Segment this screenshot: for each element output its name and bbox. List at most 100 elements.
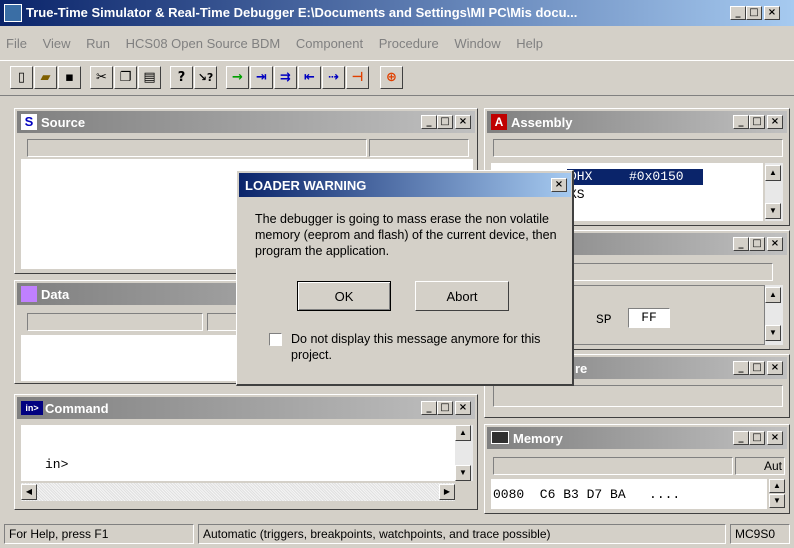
register-minimize-button[interactable]: _: [733, 237, 749, 251]
status-bar: For Help, press F1 Automatic (triggers, …: [0, 520, 794, 548]
help-icon[interactable]: ?: [170, 66, 193, 89]
register-scroll-down-icon[interactable]: ▼: [765, 325, 781, 341]
assembly-vscrollbar[interactable]: ▲ ▼: [765, 163, 783, 221]
menu-help[interactable]: Help: [516, 36, 543, 51]
command-vscrollbar[interactable]: ▲ ▼: [455, 425, 473, 481]
ok-button[interactable]: OK: [297, 281, 391, 311]
procedure-maximize-button[interactable]: □: [749, 361, 765, 375]
menu-component[interactable]: Component: [296, 36, 363, 51]
assembly-line-highlighted[interactable]: DHX #0x0150: [567, 169, 703, 185]
abort-button[interactable]: Abort: [415, 281, 509, 311]
source-title-bar[interactable]: S Source _ □ ×: [17, 111, 475, 133]
maximize-button[interactable]: □: [746, 6, 762, 20]
data-icon: [21, 286, 37, 302]
command-title-bar[interactable]: in> Command _ □ ×: [17, 397, 475, 419]
sp-label: SP: [596, 312, 612, 327]
assembly-scroll-up-icon[interactable]: ▲: [765, 165, 781, 181]
reset-icon[interactable]: ⊕: [380, 66, 403, 89]
memory-auto-field[interactable]: Aut: [735, 457, 785, 475]
procedure-minimize-button[interactable]: _: [733, 361, 749, 375]
loader-warning-dialog: LOADER WARNING × The debugger is going t…: [236, 170, 574, 386]
source-info-field: [369, 139, 469, 157]
assembly-title: Assembly: [511, 115, 573, 130]
menu-bar: File View Run HCS08 Open Source BDM Comp…: [0, 36, 794, 56]
source-location-field: [27, 139, 367, 157]
source-title: Source: [41, 115, 86, 130]
new-file-icon[interactable]: ▯: [10, 66, 33, 89]
dont-show-label: Do not display this message anymore for …: [291, 332, 541, 362]
assembly-scroll-down-icon[interactable]: ▼: [765, 203, 781, 219]
context-help-icon[interactable]: ↘?: [194, 66, 217, 89]
memory-title-bar[interactable]: Memory _ □ ×: [487, 427, 787, 449]
minimize-button[interactable]: _: [730, 6, 746, 20]
memory-spinner[interactable]: ▲ ▼: [769, 479, 785, 509]
command-maximize-button[interactable]: □: [437, 401, 453, 415]
menu-window[interactable]: Window: [454, 36, 500, 51]
status-target: MC9S0: [730, 524, 790, 544]
dialog-close-button[interactable]: ×: [551, 178, 567, 192]
source-close-button[interactable]: ×: [455, 115, 471, 129]
halt-icon[interactable]: ⊣: [346, 66, 369, 89]
command-hscrollbar[interactable]: ◀ ▶: [21, 483, 455, 501]
dialog-title-bar[interactable]: LOADER WARNING ×: [239, 173, 571, 197]
data-scope-field: [27, 313, 203, 331]
dont-show-checkbox[interactable]: [269, 333, 282, 346]
memory-row: 0080 C6 B3 D7 BA ....: [493, 487, 681, 502]
command-close-button[interactable]: ×: [455, 401, 471, 415]
memory-spin-down-icon[interactable]: ▼: [769, 494, 785, 508]
status-mode: Automatic (triggers, breakpoints, watchp…: [198, 524, 726, 544]
app-icon: [4, 4, 22, 22]
sp-value[interactable]: FF: [628, 308, 670, 328]
memory-maximize-button[interactable]: □: [749, 431, 765, 445]
command-prompt: in>: [45, 457, 69, 472]
menu-view[interactable]: View: [43, 36, 71, 51]
dialog-message: The debugger is going to mass erase the …: [255, 212, 557, 258]
assembly-minimize-button[interactable]: _: [733, 115, 749, 129]
menu-file[interactable]: File: [6, 36, 27, 51]
main-title-bar[interactable]: True-Time Simulator & Real-Time Debugger…: [0, 0, 794, 26]
source-minimize-button[interactable]: _: [421, 115, 437, 129]
start-continue-icon[interactable]: →: [226, 66, 249, 89]
close-button[interactable]: ×: [764, 6, 780, 20]
command-minimize-button[interactable]: _: [421, 401, 437, 415]
scroll-down-icon[interactable]: ▼: [455, 465, 471, 481]
command-icon: in>: [21, 401, 43, 415]
step-out-icon[interactable]: ⇤: [298, 66, 321, 89]
procedure-close-button[interactable]: ×: [767, 361, 783, 375]
memory-minimize-button[interactable]: _: [733, 431, 749, 445]
memory-auto-label: Aut: [764, 459, 783, 473]
memory-spin-up-icon[interactable]: ▲: [769, 479, 785, 493]
scroll-up-icon[interactable]: ▲: [455, 425, 471, 441]
register-vscrollbar[interactable]: ▲ ▼: [765, 285, 783, 345]
open-folder-icon[interactable]: ▰: [34, 66, 57, 89]
menu-hcs08-bdm[interactable]: HCS08 Open Source BDM: [126, 36, 281, 51]
save-icon[interactable]: ▪: [58, 66, 81, 89]
step-over-icon[interactable]: ⇉: [274, 66, 297, 89]
command-console[interactable]: in>: [21, 425, 455, 481]
procedure-list[interactable]: [493, 385, 783, 407]
command-title: Command: [45, 401, 109, 416]
scroll-right-icon[interactable]: ▶: [439, 484, 455, 500]
assembly-title-bar[interactable]: A Assembly _ □ ×: [487, 111, 787, 133]
data-title: Data: [41, 287, 70, 302]
memory-close-button[interactable]: ×: [767, 431, 783, 445]
menu-procedure[interactable]: Procedure: [379, 36, 439, 51]
source-maximize-button[interactable]: □: [437, 115, 453, 129]
register-maximize-button[interactable]: □: [749, 237, 765, 251]
source-icon: S: [21, 114, 37, 130]
paste-icon[interactable]: ▤: [138, 66, 161, 89]
assembly-step-icon[interactable]: ⇢: [322, 66, 345, 89]
assembly-icon: A: [491, 114, 507, 130]
register-scroll-up-icon[interactable]: ▲: [765, 287, 781, 303]
assembly-maximize-button[interactable]: □: [749, 115, 765, 129]
memory-address-field[interactable]: [493, 457, 733, 475]
memory-dump-area[interactable]: 0080 C6 B3 D7 BA ....: [491, 479, 767, 509]
memory-icon: [491, 431, 509, 444]
register-close-button[interactable]: ×: [767, 237, 783, 251]
cut-icon[interactable]: ✂: [90, 66, 113, 89]
menu-run[interactable]: Run: [86, 36, 110, 51]
assembly-close-button[interactable]: ×: [767, 115, 783, 129]
copy-icon[interactable]: ❐: [114, 66, 137, 89]
single-step-icon[interactable]: ⇥: [250, 66, 273, 89]
scroll-left-icon[interactable]: ◀: [21, 484, 37, 500]
